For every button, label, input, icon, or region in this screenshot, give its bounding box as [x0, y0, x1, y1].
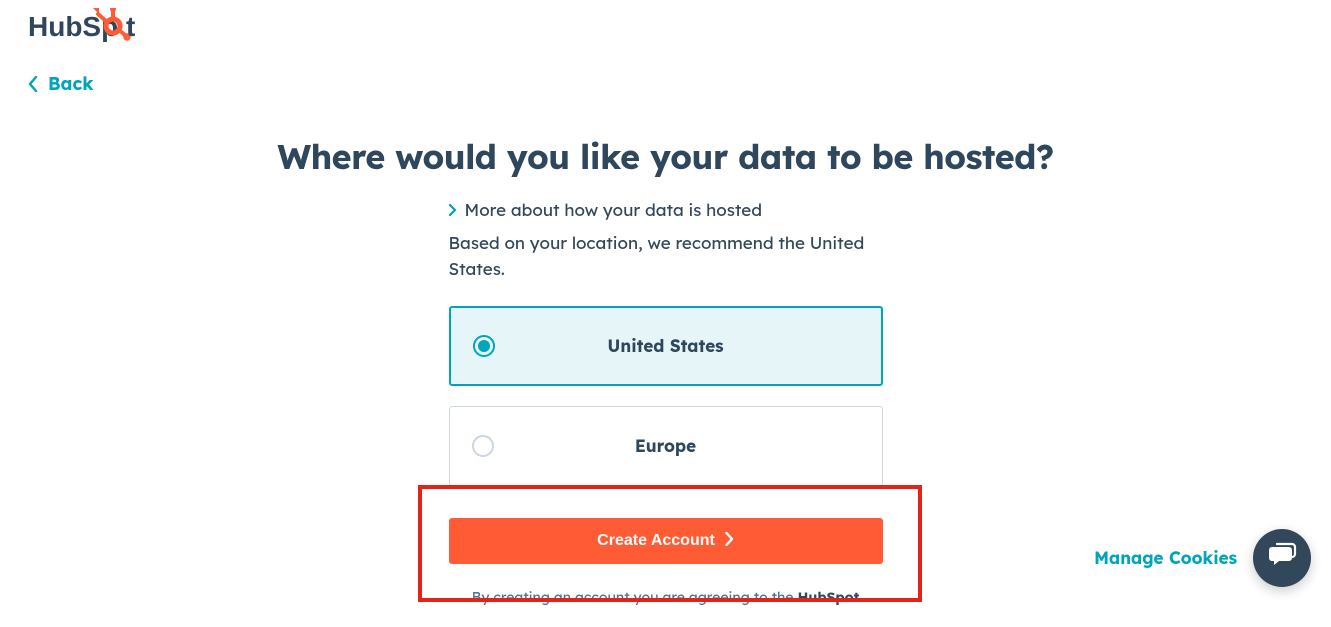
hubspot-logo: HubSp t: [28, 8, 156, 50]
chevron-right-icon: [725, 532, 734, 551]
radio-indicator: [473, 335, 495, 357]
more-about-link[interactable]: More about how your data is hosted: [449, 200, 763, 221]
recommendation-text: Based on your location, we recommend the…: [449, 231, 883, 282]
radio-indicator: [472, 435, 494, 457]
create-account-label: Create Account: [597, 532, 715, 550]
radio-option-us[interactable]: United States: [449, 306, 883, 386]
chevron-left-icon: [28, 76, 38, 92]
svg-text:t: t: [126, 11, 135, 42]
create-account-button[interactable]: Create Account: [449, 518, 883, 564]
terms-text: By creating an account you are agreeing …: [449, 588, 883, 606]
page-title: Where would you like your data to be hos…: [277, 135, 1053, 178]
radio-option-label: United States: [473, 336, 859, 357]
manage-cookies-link[interactable]: Manage Cookies: [1094, 548, 1237, 569]
chat-icon: [1267, 541, 1297, 575]
radio-option-eu[interactable]: Europe: [449, 406, 883, 486]
chat-button[interactable]: [1253, 529, 1311, 587]
chevron-right-icon: [449, 200, 457, 221]
radio-option-label: Europe: [472, 436, 860, 457]
back-link[interactable]: Back: [28, 72, 94, 95]
back-label: Back: [48, 72, 94, 95]
more-about-label: More about how your data is hosted: [465, 200, 763, 221]
